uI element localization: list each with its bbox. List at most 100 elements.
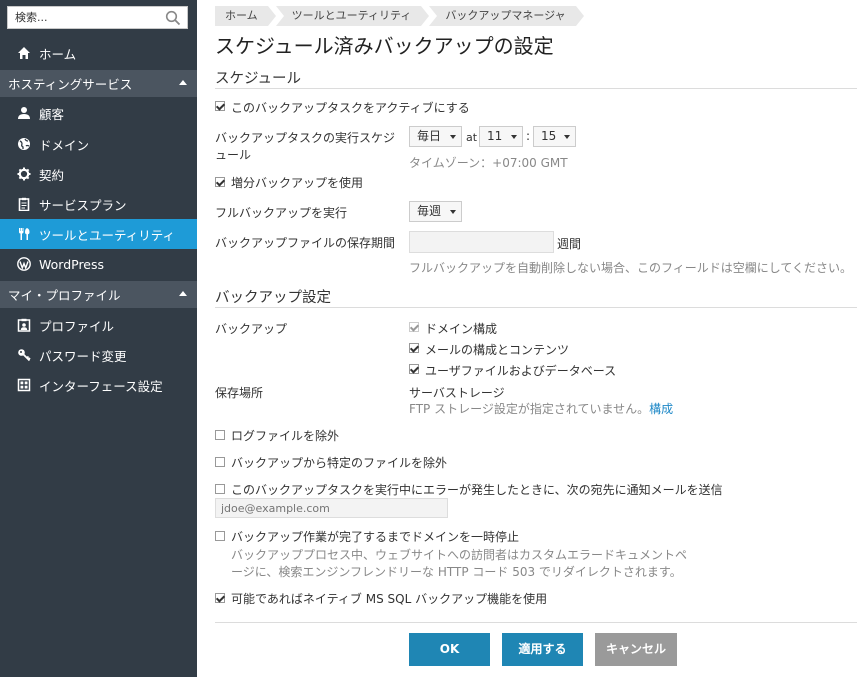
sidebar-item-label: WordPress	[39, 256, 105, 272]
sidebar-section-my-profile[interactable]: マイ・プロファイル	[0, 281, 197, 308]
run-schedule-label: バックアップタスクの実行スケジ	[215, 131, 396, 145]
full-backup-label: フルバックアップを実行	[215, 206, 348, 220]
storage-value: サーバストレージ	[409, 386, 505, 400]
user-files-db-checkbox[interactable]	[409, 364, 419, 374]
globe-icon	[16, 136, 32, 152]
backup-content-label: バックアップ	[215, 322, 288, 336]
breadcrumb-tools-utilities[interactable]: ツールとユーティリティ	[275, 6, 430, 26]
retention-input[interactable]	[409, 231, 554, 253]
sidebar: ホーム ホスティングサービス 顧客 ドメイン 契約 サービスプラン ツールとユー…	[0, 0, 197, 677]
sidebar-item-home[interactable]: ホーム	[0, 38, 197, 68]
breadcrumb-backup-manager[interactable]: バックアップマネージャ	[429, 6, 584, 26]
notify-email-input[interactable]	[215, 498, 448, 518]
divider	[215, 622, 857, 623]
sidebar-item-service-plans[interactable]: サービスプラン	[0, 189, 197, 219]
suspend-domain-checkbox[interactable]	[215, 531, 225, 541]
time-separator: :	[526, 129, 531, 143]
home-icon	[16, 45, 32, 61]
exclude-files-label: バックアップから特定のファイルを除外	[231, 456, 448, 470]
hour-value: 11	[487, 129, 503, 143]
cancel-button[interactable]: キャンセル	[595, 633, 677, 666]
activate-task-checkbox[interactable]	[215, 101, 225, 111]
ftp-note: FTP ストレージ設定が指定されていません。構成	[409, 400, 673, 417]
incremental-backup-label: 増分バックアップを使用	[231, 176, 364, 190]
sidebar-item-subscriptions[interactable]: 契約	[0, 159, 197, 189]
mail-content-label: メールの構成とコンテンツ	[425, 343, 570, 357]
hour-select[interactable]: 11	[479, 126, 523, 147]
sidebar-item-label: ドメイン	[39, 137, 90, 153]
at-label: at	[466, 131, 478, 144]
exclude-files-checkbox[interactable]	[215, 457, 225, 467]
breadcrumb-home[interactable]: ホーム	[215, 6, 276, 26]
ok-button[interactable]: OK	[409, 633, 490, 666]
run-schedule-label-cont: ュール	[215, 148, 252, 162]
sidebar-item-interface-settings[interactable]: インターフェース設定	[0, 370, 197, 400]
page-title: スケジュール済みバックアップの設定	[215, 34, 554, 58]
search-input[interactable]	[8, 7, 158, 28]
timezone-text: タイムゾーン：+07:00 GMT	[409, 156, 568, 170]
clipboard-icon	[16, 196, 32, 212]
sidebar-item-label: ホーム	[39, 46, 77, 62]
divider	[215, 307, 857, 308]
chevron-down-icon	[564, 135, 570, 139]
mssql-native-label: 可能であればネイティブ MS SQL バックアップ機能を使用	[231, 592, 548, 606]
search-box	[7, 6, 188, 29]
incremental-backup-checkbox[interactable]	[215, 177, 225, 187]
mssql-native-checkbox[interactable]	[215, 593, 225, 603]
profile-icon	[16, 317, 32, 333]
user-files-db-label: ユーザファイルおよびデータベース	[425, 364, 617, 378]
sidebar-item-tools-utilities[interactable]: ツールとユーティリティ	[0, 219, 197, 249]
domain-config-label: ドメイン構成	[425, 322, 498, 336]
configure-ftp-link[interactable]: 構成	[649, 402, 673, 416]
grid-icon	[16, 377, 32, 393]
sidebar-item-domains[interactable]: ドメイン	[0, 129, 197, 159]
collapse-caret-icon	[179, 80, 187, 85]
retention-label: バックアップファイルの保存期間	[215, 236, 396, 250]
apply-button[interactable]: 適用する	[502, 633, 583, 666]
sidebar-item-label: 顧客	[39, 106, 65, 122]
activate-task-label: このバックアップタスクをアクティブにする	[231, 101, 470, 115]
storage-label: 保存場所	[215, 386, 264, 400]
key-icon	[16, 347, 32, 363]
tools-icon	[16, 226, 32, 242]
breadcrumb: ホーム ツールとユーティリティ バックアップマネージャ	[215, 6, 584, 26]
frequency-select[interactable]: 毎日	[409, 126, 462, 147]
minute-value: 15	[541, 129, 557, 143]
sidebar-item-profile[interactable]: プロファイル	[0, 310, 197, 340]
sidebar-item-label: プロファイル	[39, 318, 115, 334]
chevron-down-icon	[511, 135, 517, 139]
sidebar-item-label: ツールとユーティリティ	[39, 227, 176, 243]
gear-icon	[16, 166, 32, 182]
exclude-logs-label: ログファイルを除外	[231, 429, 340, 443]
sidebar-section-title: マイ・プロファイル	[8, 288, 121, 303]
ftp-note-text: FTP ストレージ設定が指定されていません。	[409, 402, 650, 416]
suspend-domain-hint-cont: ージに、検索エンジンフレンドリーな HTTP コード 503 でリダイレクトされ…	[231, 565, 682, 579]
wordpress-icon	[16, 256, 32, 272]
sidebar-item-wordpress[interactable]: WordPress	[0, 249, 197, 279]
minute-select[interactable]: 15	[533, 126, 576, 147]
notify-on-error-checkbox[interactable]	[215, 484, 225, 494]
divider	[215, 88, 857, 89]
full-backup-select[interactable]: 毎週	[409, 201, 462, 222]
frequency-value: 毎日	[417, 129, 442, 143]
retention-hint: フルバックアップを自動削除しない場合、このフィールドは空欄にしてください。	[409, 261, 853, 275]
suspend-domain-label: バックアップ作業が完了するまでドメインを一時停止	[231, 530, 520, 544]
sidebar-item-label: 契約	[39, 167, 65, 183]
search-icon[interactable]	[165, 10, 181, 26]
sidebar-item-label: インターフェース設定	[39, 378, 163, 394]
sidebar-item-change-password[interactable]: パスワード変更	[0, 340, 197, 370]
backup-settings-section-title: バックアップ設定	[215, 290, 331, 306]
mail-content-checkbox[interactable]	[409, 343, 419, 353]
sidebar-section-hosting[interactable]: ホスティングサービス	[0, 70, 197, 97]
user-icon	[16, 105, 32, 121]
exclude-logs-checkbox[interactable]	[215, 430, 225, 440]
notify-on-error-label: このバックアップタスクを実行中にエラーが発生したときに、次の宛先に通知メールを送…	[231, 483, 723, 497]
sidebar-item-label: パスワード変更	[39, 348, 127, 364]
sidebar-item-label: サービスプラン	[39, 197, 127, 213]
schedule-section-title: スケジュール	[215, 71, 301, 87]
chevron-down-icon	[450, 135, 456, 139]
collapse-caret-icon	[179, 291, 187, 296]
chevron-down-icon	[450, 210, 456, 214]
retention-unit: 週間	[557, 237, 582, 251]
sidebar-item-customers[interactable]: 顧客	[0, 98, 197, 128]
